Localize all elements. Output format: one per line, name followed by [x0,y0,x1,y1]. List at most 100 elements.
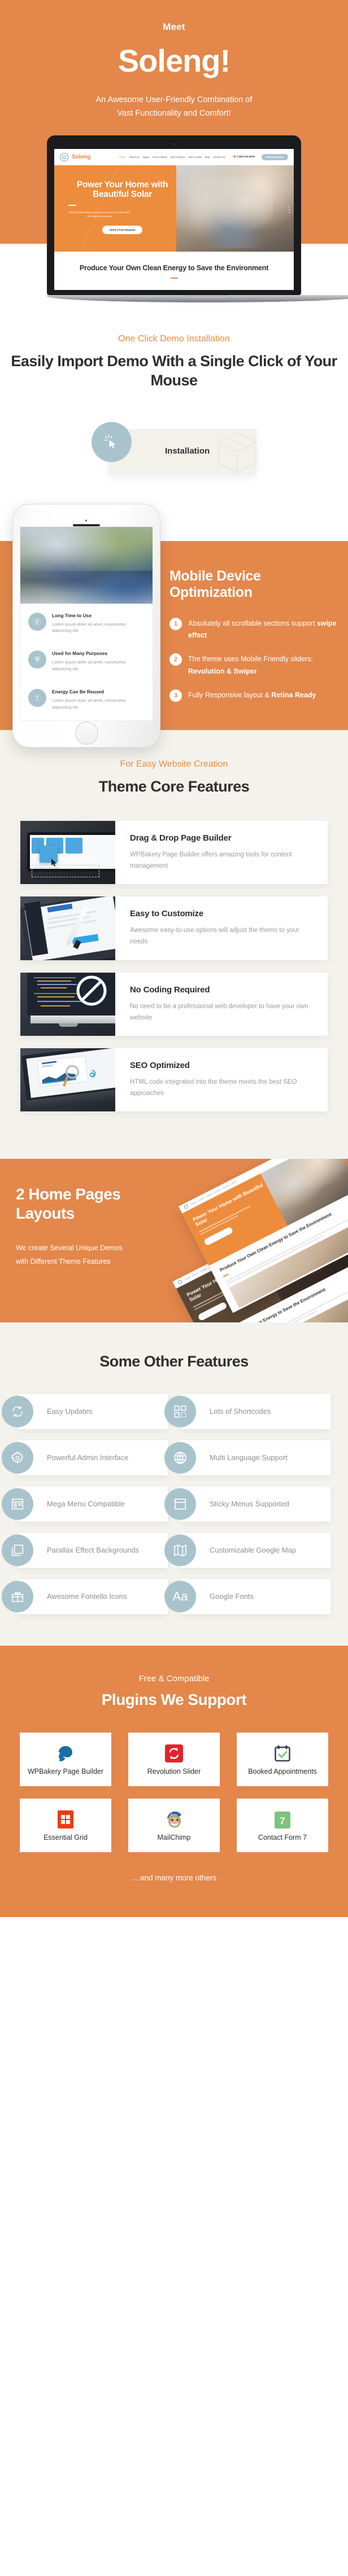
package-box-icon [218,432,256,473]
essential-grid-logo-icon [58,1808,73,1829]
other-feature-card-6[interactable]: Parallax Effect Backgrounds [2,1533,168,1568]
core-feature-title-3: SEO Optimized [130,1060,190,1070]
other-feature-card-9[interactable]: Aa Google Fonts [164,1579,330,1615]
home-layouts-text: We create Several Unique Demos with Diff… [16,1244,123,1265]
plugins-title: Plugins We Support [101,1691,247,1709]
laptop-trackpad-notch [182,295,228,298]
core-feature-thumb-0: Drag here to add widgets [20,821,115,885]
plugin-card-2[interactable]: Booked Appointments [237,1733,328,1787]
other-feature-card-5[interactable]: Sticky Menus Supported [164,1487,330,1522]
site-phone-number: ☎ 1-800-234-5678 [233,155,255,159]
mobile-list-number-0: 1 [169,617,182,630]
home-layouts-section: 2 Home Pages Layouts We create Several U… [0,1159,348,1323]
site-cta-button: Send a Request [261,153,288,161]
core-feature-card-0[interactable]: Drag here to add widgets Drag & Drop Pag… [20,821,328,885]
plugin-label-3: Essential Grid [44,1834,88,1842]
site-nav-item-2: Pages [142,155,150,159]
recycle-icon [28,689,46,707]
mobile-list-text-2: Fully Responsive layout & Retina Ready [188,689,316,702]
mobile-list-item-1: 2 The theme uses Mobile Friendly sliders… [169,653,339,678]
site-nav-item-1: About Us [129,155,140,159]
other-feature-card-2[interactable]: Powerful Admin Interface [2,1440,168,1476]
core-feature-card-3[interactable]: SEO Optimized HTML code integrated into … [20,1048,328,1112]
other-feature-card-8[interactable]: Awesome Fontello Icons [2,1579,168,1615]
mobile-list-text-bold-1: Revolution & Swiper [188,667,257,676]
preview-hero-left: Power Your Home with Beautiful Solar Glo… [54,165,177,252]
core-eyebrow: For Easy Website Creation [120,759,228,769]
installation-card[interactable]: Installation [108,428,256,474]
mock2-logo-icon [177,1279,183,1285]
core-feature-body-2: No Coding Required No need to be a profe… [115,973,328,1036]
other-feature-label-0: Easy Updates [47,1406,93,1416]
contact-form-7-logo-icon: 7 [275,1808,290,1829]
grid-blocks-icon [164,1396,196,1428]
core-feature-body-1: Easy to Customize Awesome easy-to-use op… [115,896,328,960]
plugin-card-5[interactable]: 7 Contact Form 7 [237,1799,328,1853]
cursor-arrow-icon [51,859,56,867]
layers-icon [2,1535,33,1567]
typography-aa-icon: Aa [164,1581,196,1613]
core-feature-text-1: Awesome easy-to-use options will adjust … [130,927,299,946]
mobile-list-number-2: 3 [169,689,182,702]
plugins-eyebrow: Free & Compatible [138,1674,210,1684]
other-feature-card-4[interactable]: Mega Menu Compatible [2,1487,168,1522]
phone-camera-icon [85,519,87,521]
site-nav-links: Home About Us Pages How It Works Our Pro… [119,156,225,159]
other-features-grid: Easy Updates Lots of Shortcodes Powerful… [2,1394,330,1615]
window-icon [164,1488,196,1520]
core-feature-title-0: Drag & Drop Page Builder [130,833,232,843]
other-feature-card-3[interactable]: Multi Language Support [164,1440,330,1476]
core-feature-text-3: HTML code integrated into the theme meet… [130,1078,297,1097]
hero-eyebrow: Meet [163,21,185,32]
plugin-card-0[interactable]: WPBakery Page Builder [20,1733,111,1787]
plugin-card-4[interactable]: MailChimp [128,1799,220,1853]
install-row: Installation [92,421,256,481]
core-feature-thumb-2 [20,972,115,1036]
laptop-screen: Soleng Home About Us Pages How It Works … [54,148,294,291]
plugin-card-3[interactable]: Essential Grid [20,1799,111,1853]
other-feature-label-4: Mega Menu Compatible [47,1499,125,1508]
core-feature-card-2[interactable]: No Coding Required No need to be a profe… [20,972,328,1036]
phone-feature-item-2: Energy Can Be Reused Lorem ipsum dolor s… [20,680,153,720]
demo-title: Easily Import Demo With a Single Click o… [11,353,337,389]
plugin-label-0: WPBakery Page Builder [27,1768,104,1776]
plugin-label-1: Revolution Slider [147,1768,201,1776]
other-feature-card-1[interactable]: Lots of Shortcodes [164,1394,330,1430]
phone-hero-photo [20,526,153,604]
cursor-click-icon[interactable] [92,421,132,462]
other-feature-card-7[interactable]: Customizable Google Map [164,1533,330,1568]
gear-icon [2,1442,33,1474]
core-feature-card-1[interactable]: Easy to Customize Awesome easy-to-use op… [20,896,328,960]
preview-subheading: Produce Your Own Clean Energy to Save th… [79,263,269,272]
plugin-label-2: Booked Appointments [248,1768,317,1776]
site-nav-item-7: Contact Us [212,155,225,159]
hero-section: Meet Soleng! An Awesome User-Friendly Co… [0,0,348,303]
globe-icon [164,1442,196,1474]
site-logo-icon [60,152,68,161]
panel-icon [28,650,46,669]
demo-installation-section: One Click Demo Installation Easily Impor… [0,302,348,504]
phone-feature-text-0: Lorem ipsum dolor sit amet, consectetur … [52,621,127,633]
phone-home-button[interactable] [75,722,98,745]
phone-feature-title-0: Long Time to Use [52,612,92,618]
mobile-list-item-2: 3 Fully Responsive layout & Retina Ready [169,689,339,702]
phone-mockup: Long Time to Use Lorem ipsum dolor sit a… [12,503,160,748]
phone-feature-text-1: Lorem ipsum dolor sit amet, consectetur … [52,660,127,671]
mailchimp-logo-icon [164,1808,184,1828]
phone-feature-title-1: Used for Many Purposes [52,650,108,657]
home-layout-mockups: Power Your Home with Beautiful Solar Pro… [125,1159,348,1323]
plugin-card-1[interactable]: Revolution Slider [128,1733,220,1787]
mobile-feature-list: 1 Absolutely all scrollable sections sup… [169,617,339,702]
phone-feature-text-2: Lorem ipsum dolor sit amet, consectetur … [52,698,127,710]
mobile-list-text-plain-2: Fully Responsive layout & [188,691,272,699]
core-feature-body-3: SEO Optimized HTML code integrated into … [115,1048,328,1111]
other-feature-card-0[interactable]: Easy Updates [2,1394,168,1430]
svg-text:7: 7 [280,1815,285,1826]
phone-feature-item-1: Used for Many Purposes Lorem ipsum dolor… [20,641,153,672]
site-nav-item-3: How It Works [153,155,168,159]
bulb-icon [28,612,46,631]
preview-site-navbar: Soleng Home About Us Pages How It Works … [54,149,294,165]
installation-label: Installation [165,446,210,456]
preview-hero-rule [68,204,76,206]
core-features-header: For Easy Website Creation Theme Core Fea… [0,759,348,796]
